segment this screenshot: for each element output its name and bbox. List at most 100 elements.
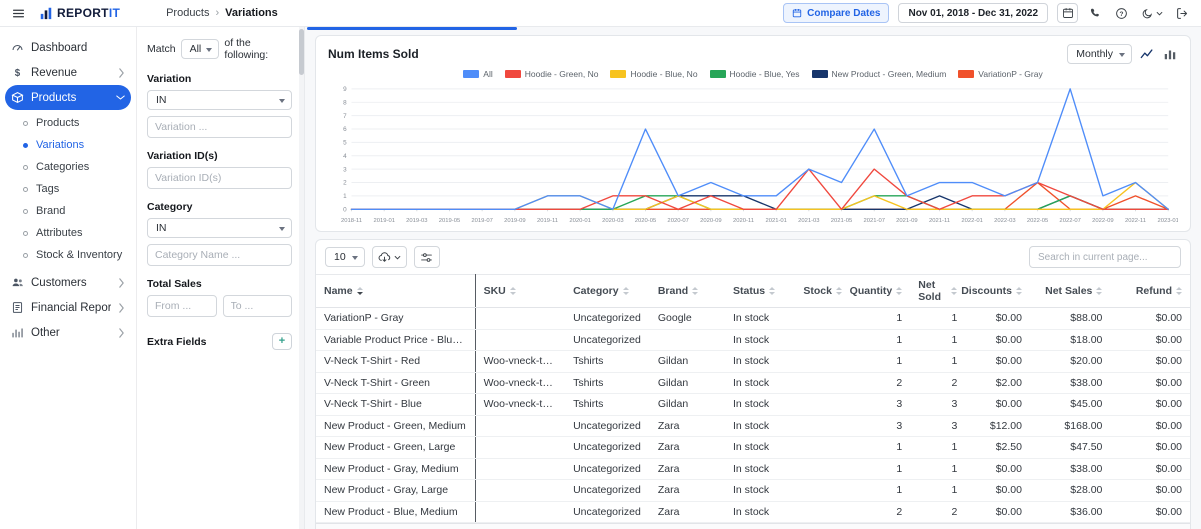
- bullet-icon: [23, 208, 28, 214]
- svg-text:2020-03: 2020-03: [602, 218, 624, 224]
- sidebar-subitem-products[interactable]: Products: [19, 112, 131, 134]
- variation-input[interactable]: [147, 116, 292, 138]
- col-header-discounts[interactable]: Discounts: [961, 274, 1030, 308]
- interval-select[interactable]: Monthly: [1067, 44, 1132, 64]
- sidebar-subitem-categories[interactable]: Categories: [19, 156, 131, 178]
- cell-category: Uncategorized: [565, 415, 650, 437]
- variation-operator-select[interactable]: IN: [147, 90, 292, 110]
- cell-category: Uncategorized: [565, 329, 650, 351]
- cell-stock: [789, 393, 850, 416]
- add-extra-field-button[interactable]: +: [272, 333, 292, 350]
- sidebar-subitem-tags[interactable]: Tags: [19, 178, 131, 200]
- sidebar-subitem-brand[interactable]: Brand: [19, 200, 131, 222]
- col-header-name[interactable]: Name: [316, 274, 476, 308]
- sidebar-item-customers[interactable]: Customers: [5, 270, 131, 295]
- table-row[interactable]: V-Neck T-Shirt - Red Woo-vneck-tee-red Tsh…: [316, 350, 1190, 373]
- sidebar-item-products[interactable]: Products: [5, 85, 131, 110]
- export-button[interactable]: [371, 246, 407, 268]
- col-header-status[interactable]: Status: [725, 274, 790, 308]
- breadcrumb: Products › Variations: [166, 7, 278, 19]
- table-row[interactable]: New Product - Blue, Medium Uncategorized Z…: [316, 501, 1190, 523]
- num-items-sold-chart[interactable]: 0 1 2 3 4 5 6 7 8 9 2018-11 2019-01 2019-03 2019-05 20…: [328, 81, 1178, 229]
- logout-button[interactable]: [1174, 5, 1191, 22]
- app-window: REPORTIT Products › Variations Compare D…: [0, 0, 1201, 529]
- legend-item[interactable]: Hoodie - Green, No: [504, 69, 599, 79]
- col-header-refund[interactable]: Refund: [1110, 274, 1190, 308]
- svg-text:2022-09: 2022-09: [1092, 218, 1113, 224]
- col-header-net-sales[interactable]: Net Sales: [1029, 274, 1111, 308]
- table-row[interactable]: New Product - Green, Large Uncategorized Z…: [316, 436, 1190, 459]
- customers-icon: [12, 278, 23, 287]
- total-sales-from-input[interactable]: [147, 295, 217, 317]
- cell-brand: [649, 329, 725, 351]
- svg-text:2020-09: 2020-09: [700, 218, 721, 224]
- category-input[interactable]: [147, 244, 292, 266]
- col-header-stock[interactable]: Stock: [789, 274, 850, 308]
- compare-dates-button[interactable]: Compare Dates: [783, 3, 890, 23]
- sort-icon: [1015, 287, 1022, 295]
- sidebar-item-revenue[interactable]: $ Revenue: [5, 60, 131, 85]
- legend-label: Hoodie - Green, No: [524, 69, 599, 79]
- table-row[interactable]: New Product - Gray, Large Uncategorized Za…: [316, 479, 1190, 502]
- col-header-net-sold[interactable]: Net Sold: [910, 274, 966, 308]
- sidebar-item-financial-reports[interactable]: Financial Reports: [5, 295, 131, 320]
- theme-toggle-button[interactable]: [1139, 5, 1165, 22]
- table-row[interactable]: Variable Product Price - Blue, Medium Unc…: [316, 329, 1190, 351]
- sidebar-item-other[interactable]: Other: [5, 320, 131, 345]
- sidebar-subitem-variations[interactable]: Variations: [19, 134, 131, 156]
- legend-item[interactable]: Hoodie - Blue, Yes: [709, 69, 800, 79]
- cell-category: Uncategorized: [565, 307, 650, 330]
- cell-status: In stock: [725, 350, 790, 373]
- calendar-button[interactable]: [1057, 3, 1078, 23]
- app-logo[interactable]: REPORTIT: [39, 6, 120, 20]
- cell-discounts: $0.00: [965, 458, 1030, 480]
- help-button[interactable]: ?: [1113, 5, 1130, 22]
- col-header-brand[interactable]: Brand: [649, 274, 725, 308]
- total-sales-to-input[interactable]: [222, 295, 292, 317]
- category-operator-select[interactable]: IN: [147, 218, 292, 238]
- cell-net-sales: $18.00: [1029, 329, 1111, 351]
- sidebar-item-dashboard[interactable]: Dashboard: [5, 35, 131, 60]
- variation-ids-input[interactable]: [147, 167, 292, 189]
- legend-item[interactable]: All: [463, 69, 493, 79]
- breadcrumb-section[interactable]: Products: [166, 7, 209, 19]
- table-row[interactable]: V-Neck T-Shirt - GreenWoo-vneck-tee-gree…: [316, 372, 1190, 394]
- sidebar-subitem-stock-inventory[interactable]: Stock & Inventory: [19, 244, 131, 266]
- line-chart-toggle[interactable]: [1139, 46, 1155, 62]
- legend-label: New Product - Green, Medium: [831, 69, 947, 79]
- svg-text:2021-03: 2021-03: [798, 218, 820, 224]
- cell-sku: Woo-vneck-tee-blue: [475, 393, 566, 416]
- scrollbar-thumb[interactable]: [299, 29, 304, 75]
- table-row[interactable]: V-Neck T-Shirt - BlueWoo-vneck-tee-blueT…: [316, 393, 1190, 416]
- hamburger-menu-button[interactable]: [10, 5, 27, 22]
- legend-item[interactable]: VariationP - Gray: [958, 69, 1043, 79]
- table-row[interactable]: VariationP - Gray Uncategorized Google In s…: [316, 307, 1190, 330]
- cell-quantity: 3: [849, 393, 911, 416]
- cell-refund: $0.00: [1110, 436, 1190, 459]
- match-select[interactable]: All: [180, 39, 220, 59]
- bar-chart-toggle[interactable]: [1162, 46, 1178, 62]
- contact-button[interactable]: [1087, 5, 1104, 22]
- table-row[interactable]: New Product - Green, Medium Uncategorized…: [316, 415, 1190, 437]
- search-input[interactable]: [1029, 246, 1181, 268]
- svg-text:7: 7: [343, 113, 347, 120]
- legend-swatch: [958, 70, 975, 78]
- sidebar-subitem-attributes[interactable]: Attributes: [19, 222, 131, 244]
- column-settings-button[interactable]: [413, 246, 440, 268]
- sort-icon: [951, 287, 958, 295]
- legend-item[interactable]: New Product - Green, Medium: [811, 69, 947, 79]
- page-size-select[interactable]: 10: [325, 247, 365, 267]
- sort-icon: [1176, 287, 1182, 295]
- date-range-button[interactable]: Nov 01, 2018 - Dec 31, 2022: [898, 3, 1048, 23]
- legend-item[interactable]: Hoodie - Blue, No: [610, 69, 698, 79]
- table-row[interactable]: New Product - Gray, Medium Uncategorized Z…: [316, 458, 1190, 480]
- cell-status: In stock: [725, 501, 790, 523]
- sort-icon: [1096, 287, 1103, 295]
- chevron-right-icon: [119, 302, 124, 313]
- col-header-quantity[interactable]: Quantity: [850, 274, 911, 308]
- cell-category: Uncategorized: [565, 501, 650, 523]
- filters-scrollbar[interactable]: [299, 27, 304, 529]
- col-header-sku[interactable]: SKU: [475, 274, 566, 308]
- cell-name: Variable Product Price - Blue, Medium: [316, 329, 476, 351]
- col-header-category[interactable]: Category: [565, 274, 650, 308]
